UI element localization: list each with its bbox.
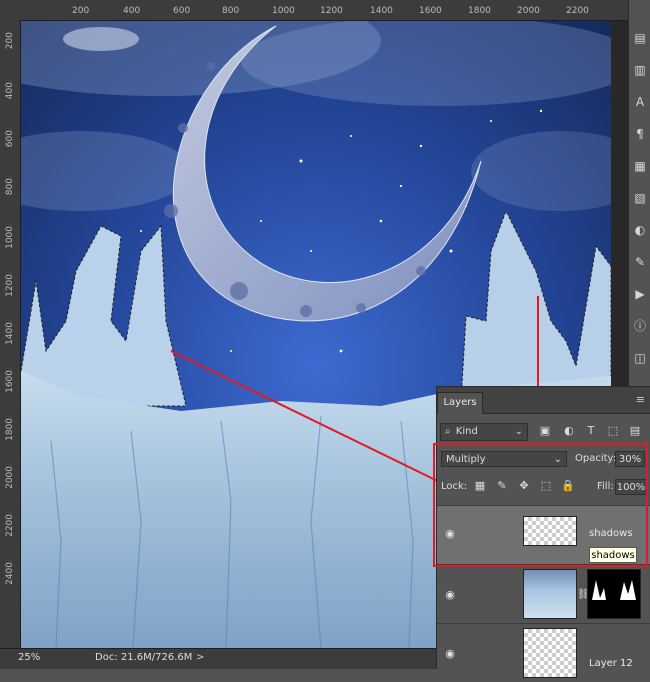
layer-row-masked[interactable]: ◉ ⛓: [437, 564, 650, 623]
lock-label: Lock:: [441, 481, 468, 492]
ruler-label: 1600: [419, 6, 442, 16]
ruler-label: 1200: [5, 274, 15, 297]
brush-icon[interactable]: ✎: [632, 254, 648, 270]
mask-shape: [592, 580, 636, 600]
type-filter-icon[interactable]: T: [583, 423, 599, 439]
layer-name-tooltip: shadows: [589, 547, 637, 563]
adjustments-icon[interactable]: ◐: [632, 222, 648, 238]
ruler-label: 600: [5, 130, 15, 148]
ruler-label: 200: [5, 32, 15, 50]
layer-name[interactable]: shadows: [589, 528, 633, 539]
smart-object-filter-icon[interactable]: ▤: [627, 423, 643, 439]
info-icon[interactable]: ⓘ: [632, 318, 648, 334]
ruler-label: 1200: [320, 6, 343, 16]
layer-thumbnail: [523, 628, 577, 678]
panel-header: Layers ≡: [437, 387, 650, 414]
search-icon: ⌕: [445, 426, 451, 437]
ruler-label: 2200: [5, 514, 15, 537]
opacity-label: Opacity:: [575, 453, 617, 464]
blend-mode-value: Multiply: [446, 454, 486, 465]
ruler-label: 2200: [566, 6, 589, 16]
fill-label: Fill:: [597, 481, 614, 492]
adjustment-filter-icon[interactable]: ◐: [561, 423, 577, 439]
whale-shape: [63, 27, 139, 51]
lock-image-icon[interactable]: ✎: [495, 479, 509, 493]
eye-icon[interactable]: ◉: [443, 528, 457, 540]
ruler-label: 1000: [5, 226, 15, 249]
ruler-label: 1000: [272, 6, 295, 16]
properties-icon[interactable]: ▥: [632, 62, 648, 78]
ruler-label: 1800: [468, 6, 491, 16]
navigator-icon[interactable]: ◫: [632, 350, 648, 366]
ruler-origin[interactable]: [0, 0, 20, 20]
ruler-label: 1600: [5, 370, 15, 393]
tab-layers[interactable]: Layers: [437, 392, 483, 414]
ruler-label: 800: [5, 178, 15, 196]
actions-icon[interactable]: ▶: [632, 286, 648, 302]
lock-transparent-icon[interactable]: ▦: [473, 479, 487, 493]
shape-filter-icon[interactable]: ⬚: [605, 423, 621, 439]
lock-position-icon[interactable]: ✥: [517, 479, 531, 493]
fill-field[interactable]: 100%: [615, 479, 647, 495]
ruler-label: 2400: [5, 562, 15, 585]
lock-artboard-icon[interactable]: ⬚: [539, 479, 553, 493]
ruler-label: 1400: [370, 6, 393, 16]
ruler-label: 400: [5, 82, 15, 100]
lock-all-icon[interactable]: 🔒: [561, 479, 575, 493]
doc-size: Doc: 21.6M/726.6M: [95, 652, 193, 663]
history-icon[interactable]: ▤: [632, 30, 648, 46]
layer-name[interactable]: Layer 12: [589, 658, 633, 669]
layer-thumbnail: [523, 516, 577, 546]
ruler-label: 200: [72, 6, 90, 16]
ruler-label: 2000: [5, 466, 15, 489]
filter-kind-select[interactable]: ⌕ Kind ⌄: [440, 423, 528, 441]
eye-icon[interactable]: ◉: [443, 648, 457, 660]
ruler-label: 2000: [517, 6, 540, 16]
character-icon[interactable]: A: [632, 94, 648, 110]
ruler-label: 400: [123, 6, 141, 16]
layer-mask-thumbnail[interactable]: [587, 569, 641, 619]
eye-icon[interactable]: ◉: [443, 589, 457, 601]
zoom-level[interactable]: 25%: [18, 652, 40, 663]
chevron-down-icon: ⌄: [514, 426, 523, 437]
image-filter-icon[interactable]: ▣: [537, 423, 553, 439]
filter-kind-label: Kind: [455, 426, 478, 437]
ruler-label: 1400: [5, 322, 15, 345]
ruler-horizontal[interactable]: 200 400 600 800 1000 1200 1400 1600 1800…: [0, 0, 628, 21]
chevron-down-icon: ⌄: [553, 454, 562, 465]
panel-menu-icon[interactable]: ≡: [636, 393, 645, 406]
layer-row-layer-12[interactable]: ◉ Layer 12: [437, 623, 650, 682]
ruler-label: 600: [173, 6, 191, 16]
status-menu-arrow[interactable]: >: [196, 652, 204, 663]
swatches-icon[interactable]: ▦: [632, 158, 648, 174]
ruler-vertical[interactable]: 200 400 600 800 1000 1200 1400 1600 1800…: [0, 20, 21, 648]
styles-icon[interactable]: ▧: [632, 190, 648, 206]
ruler-label: 1800: [5, 418, 15, 441]
layer-thumbnail: [523, 569, 577, 619]
ruler-label: 800: [222, 6, 240, 16]
paragraph-icon[interactable]: ¶: [632, 126, 648, 142]
opacity-field[interactable]: 30%: [615, 451, 645, 467]
status-bar: 25% Doc: 21.6M/726.6M >: [0, 648, 436, 669]
layers-panel: Layers ≡ ⌕ Kind ⌄ ▣ ◐ T ⬚ ▤ Multiply ⌄ O…: [436, 386, 650, 678]
blend-mode-select[interactable]: Multiply ⌄: [441, 451, 567, 467]
